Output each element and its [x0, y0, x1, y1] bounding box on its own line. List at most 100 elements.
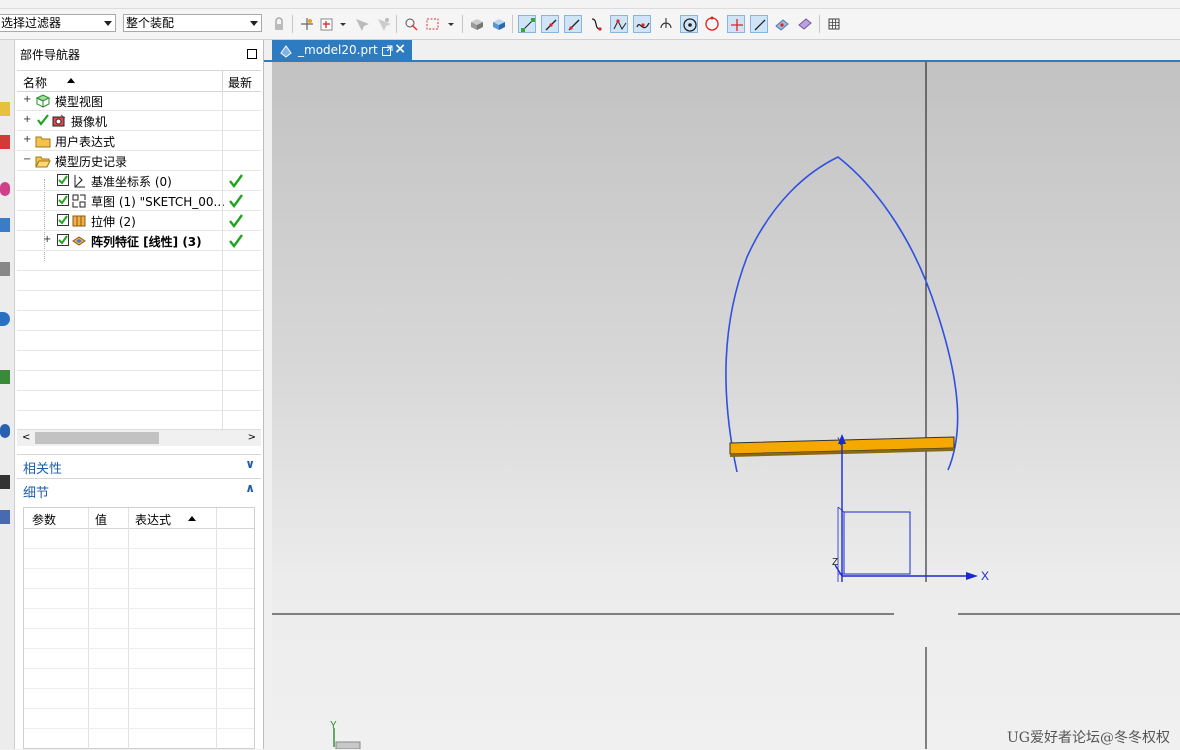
snap-midpoint-icon[interactable]	[564, 15, 582, 33]
toolbar-separator	[396, 15, 397, 33]
model-canvas[interactable]: X Y Z Y	[272, 62, 1180, 749]
select-feature-icon[interactable]	[352, 15, 370, 33]
scrollbar-thumb[interactable]	[35, 432, 159, 444]
select-body-icon[interactable]	[374, 15, 392, 33]
close-tab-icon[interactable]: ×	[394, 41, 406, 57]
point-constructor-icon[interactable]	[318, 15, 336, 33]
title-strip	[0, 0, 1180, 9]
profile-curve[interactable]	[725, 156, 959, 473]
sketch-icon	[72, 194, 86, 208]
part-navigator: 部件导航器 名称 最新 + 模型视图 + 摄像机 + 用户表达式 − 模型历史记…	[15, 40, 264, 750]
details-header: 参数 值 表达式	[24, 508, 254, 529]
tree-row-model-views[interactable]: + 模型视图	[17, 91, 261, 111]
empty-row	[17, 351, 261, 371]
resource-tab-icon[interactable]	[0, 510, 10, 524]
collapse-icon[interactable]: −	[23, 155, 31, 165]
checkbox-icon[interactable]	[57, 234, 69, 246]
snap-curve-icon[interactable]	[588, 15, 606, 33]
row-divider	[24, 728, 254, 729]
snap-point-on-face-icon[interactable]	[773, 15, 791, 33]
scroll-right-icon[interactable]: >	[248, 433, 256, 443]
resource-tab-icon[interactable]	[0, 135, 10, 149]
tree-row-cameras[interactable]: + 摄像机	[17, 111, 261, 131]
snap-line-icon[interactable]	[541, 15, 559, 33]
sort-ascending-icon[interactable]	[67, 78, 75, 83]
snap-arc-center-icon[interactable]	[680, 15, 698, 33]
snap-point-icon[interactable]	[298, 15, 316, 33]
scroll-left-icon[interactable]: <	[22, 433, 30, 443]
column-expression-header[interactable]: 表达式	[135, 511, 171, 528]
checkbox-icon[interactable]	[57, 174, 69, 186]
datum-plane[interactable]	[843, 511, 911, 575]
horizontal-scrollbar[interactable]: < >	[17, 429, 261, 446]
dependencies-section[interactable]: 相关性 ∨	[17, 454, 261, 477]
snap-intersection-icon[interactable]	[727, 15, 745, 33]
column-divider	[222, 91, 223, 111]
row-divider	[24, 688, 254, 689]
tree-row-model-history[interactable]: − 模型历史记录	[17, 151, 261, 171]
tree-row-user-expressions[interactable]: + 用户表达式	[17, 131, 261, 151]
tree-label: 拉伸 (2)	[91, 215, 136, 229]
resource-tab-icon[interactable]	[0, 262, 10, 276]
document-tab[interactable]: _model20.prt ×	[272, 40, 412, 61]
snap-point-on-curve-icon[interactable]	[750, 15, 768, 33]
toolbar-separator	[512, 15, 513, 33]
select-component-icon[interactable]	[402, 15, 420, 33]
resource-tab-icon[interactable]	[0, 312, 10, 326]
column-name-header[interactable]: 名称	[23, 74, 47, 91]
snap-control-point-icon[interactable]	[610, 15, 628, 33]
column-param-header[interactable]: 参数	[32, 511, 56, 528]
snap-spline-icon[interactable]	[633, 15, 651, 33]
empty-row	[17, 311, 261, 331]
checkbox-icon[interactable]	[57, 194, 69, 206]
resource-tab-icon[interactable]	[0, 102, 10, 116]
selection-filter-combo[interactable]: 选择过滤器	[0, 14, 116, 32]
sort-ascending-icon[interactable]	[188, 516, 196, 521]
column-divider	[222, 71, 223, 91]
snap-bounded-grid-icon[interactable]	[796, 15, 814, 33]
z-axis-label: Z	[832, 557, 838, 568]
row-divider	[24, 708, 254, 709]
tree-row-sketch[interactable]: 草图 (1) "SKETCH_00...	[17, 191, 261, 211]
navigator-column-header: 名称 最新	[17, 70, 261, 92]
chevron-down-icon[interactable]: ∨	[245, 457, 255, 471]
chevron-up-icon[interactable]: ∧	[245, 481, 255, 495]
grid-icon[interactable]	[825, 15, 843, 33]
rectangle-select-icon[interactable]	[424, 15, 442, 33]
resource-tab-icon[interactable]	[0, 218, 10, 232]
assembly-scope-combo[interactable]: 整个装配	[123, 14, 262, 32]
dropdown-arrow-icon[interactable]	[338, 15, 348, 33]
shaded-view-icon[interactable]	[468, 15, 486, 33]
resource-tab-icon[interactable]	[0, 182, 10, 196]
solid-view-icon[interactable]	[490, 15, 508, 33]
details-section[interactable]: 细节 ∧	[17, 478, 261, 501]
column-divider	[222, 351, 223, 371]
column-divider	[222, 291, 223, 311]
column-latest-header[interactable]: 最新	[228, 74, 252, 91]
popout-icon[interactable]	[382, 45, 393, 56]
snap-tangent-icon[interactable]	[657, 15, 675, 33]
expand-icon[interactable]: +	[23, 115, 31, 125]
expand-icon[interactable]: +	[23, 95, 31, 105]
datum-plane-edge	[837, 506, 910, 582]
lock-selection-icon[interactable]	[270, 15, 288, 33]
resource-tab-icon[interactable]	[0, 370, 10, 384]
maximize-icon[interactable]	[247, 49, 257, 59]
dropdown-arrow-icon[interactable]	[446, 15, 456, 33]
snap-endpoint-icon[interactable]	[518, 15, 536, 33]
checkbox-icon[interactable]	[57, 214, 69, 226]
resource-tab-icon[interactable]	[0, 424, 10, 438]
resource-tab-icon[interactable]	[0, 475, 10, 489]
tree-row-extrude[interactable]: 拉伸 (2)	[17, 211, 261, 231]
tree-row-datum-csys[interactable]: 基准坐标系 (0)	[17, 171, 261, 191]
snap-quadrant-icon[interactable]	[703, 15, 721, 33]
part-file-icon	[280, 45, 292, 58]
expand-icon[interactable]: +	[23, 135, 31, 145]
details-title: 细节	[23, 486, 50, 501]
graphics-viewport[interactable]: X Y Z Y	[272, 62, 1180, 749]
expand-icon[interactable]: +	[43, 235, 51, 245]
tree-row-pattern-feature[interactable]: + 阵列特征 [线性] (3)	[17, 231, 261, 251]
column-divider	[222, 171, 223, 191]
column-value-header[interactable]: 值	[95, 511, 107, 528]
camera-icon	[52, 114, 66, 127]
